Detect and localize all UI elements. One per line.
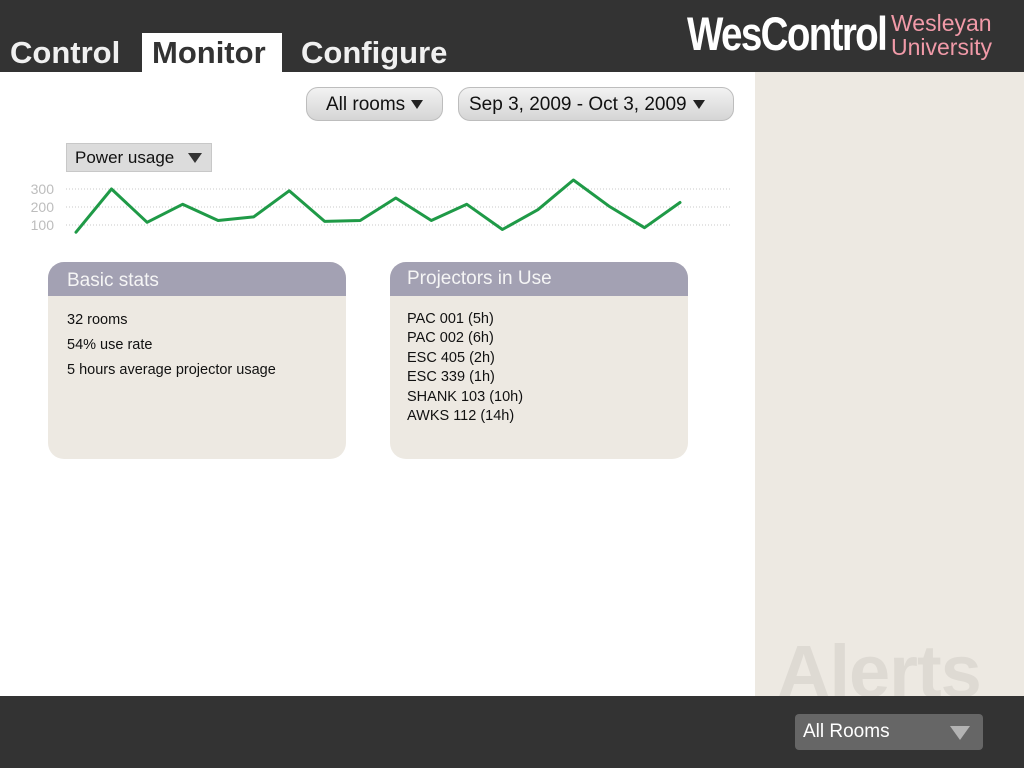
list-item: SHANK 103 (10h) [407, 388, 524, 405]
app-logo: WesControl [687, 7, 888, 60]
alerts-title: Alerts [777, 630, 982, 697]
date-range-dropdown[interactable]: Sep 3, 2009 - Oct 3, 2009 [458, 87, 734, 121]
chevron-down-icon [188, 153, 202, 163]
list-item: PAC 001 (5h) [407, 311, 494, 327]
projectors-card: Projectors in Use PAC 001 (5h) PAC 002 (… [390, 262, 688, 459]
room-select-label: All Rooms [803, 721, 890, 742]
university-logo: Wesleyan University [891, 11, 992, 59]
date-range-label: Sep 3, 2009 - Oct 3, 2009 [469, 94, 687, 115]
power-usage-chart: 100 200 300 [31, 178, 732, 234]
basic-stats-card: Basic stats 32 rooms 54% use rate 5 hour… [48, 262, 346, 459]
y-tick-label: 200 [31, 199, 55, 215]
y-tick-label: 300 [31, 181, 55, 197]
stat-use-rate: 54% use rate [67, 337, 153, 353]
projectors-list: PAC 001 (5h) PAC 002 (6h) ESC 405 (2h) E… [407, 310, 523, 426]
top-bar: Control Monitor Configure WesControl Wes… [0, 0, 1024, 72]
tab-monitor[interactable]: Monitor [142, 33, 282, 72]
y-tick-label: 100 [31, 217, 55, 233]
rooms-filter-label: All rooms [326, 94, 406, 115]
bottom-bar: All Rooms [0, 696, 1024, 768]
series-line [74, 178, 682, 234]
chevron-down-icon [950, 726, 970, 740]
basic-stats-title: Basic stats [48, 262, 346, 296]
list-item: PAC 002 (6h) [407, 330, 494, 347]
list-item: ESC 405 (2h) [407, 349, 495, 366]
university-line-1: Wesleyan [891, 10, 992, 36]
rooms-filter-dropdown[interactable]: All rooms [306, 87, 443, 121]
chevron-down-icon [692, 100, 705, 110]
list-item: ESC 339 (1h) [407, 369, 495, 386]
metric-label: Power usage [75, 148, 175, 167]
tab-configure[interactable]: Configure [291, 33, 471, 72]
basic-stats-list: 32 rooms 54% use rate 5 hours average pr… [67, 310, 276, 385]
room-select-dropdown[interactable]: All Rooms [795, 714, 983, 750]
list-item: AWKS 112 (14h) [407, 407, 515, 424]
chevron-down-icon [411, 100, 424, 110]
metric-dropdown[interactable]: Power usage [66, 143, 212, 172]
tab-control[interactable]: Control [0, 33, 133, 72]
projectors-title: Projectors in Use [390, 262, 688, 296]
alerts-panel: Alerts [755, 72, 1024, 696]
university-line-2: University [891, 34, 992, 60]
stat-rooms: 32 rooms [67, 312, 128, 328]
stat-avg-usage: 5 hours average projector usage [67, 362, 276, 378]
